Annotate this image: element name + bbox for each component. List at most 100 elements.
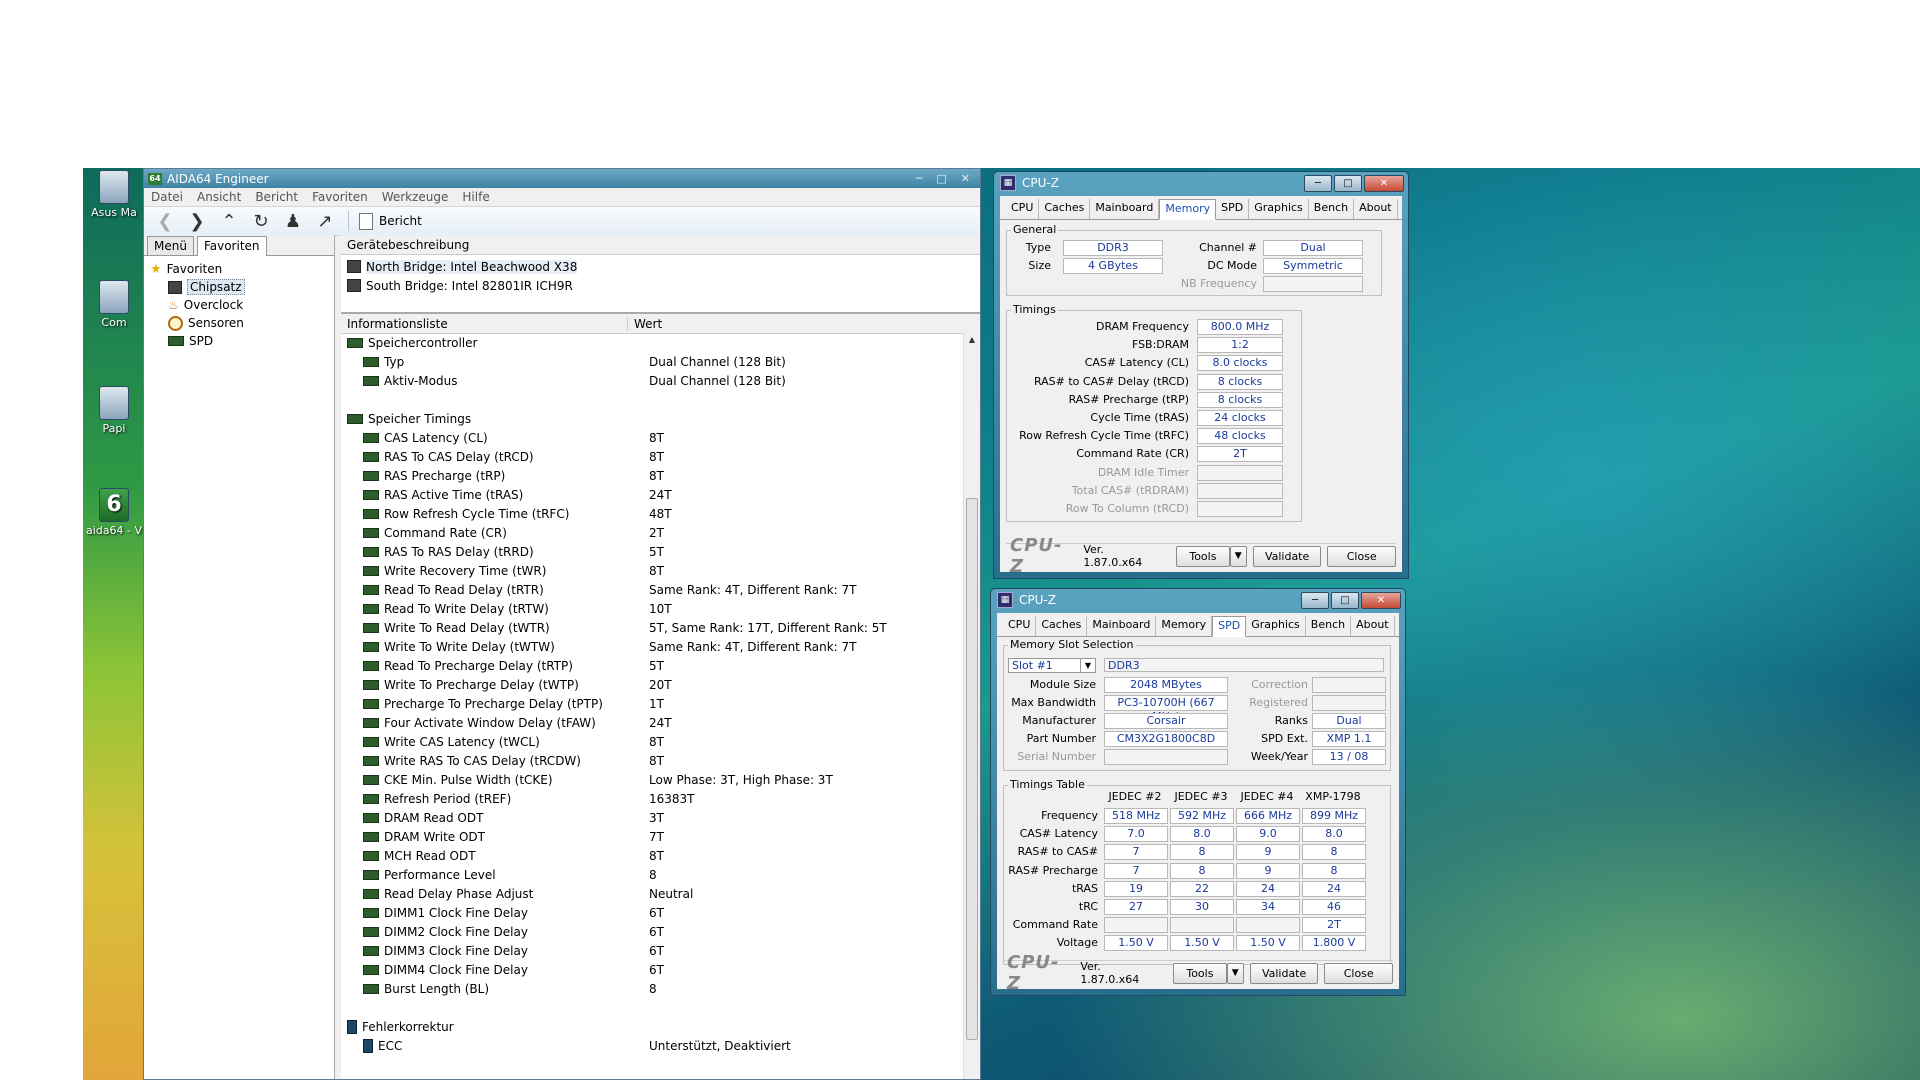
column-header-informationsliste[interactable]: Informationsliste xyxy=(341,316,628,331)
scroll-up-icon[interactable]: ▲ xyxy=(964,335,980,344)
minimize-button[interactable]: ─ xyxy=(916,172,923,185)
menu-hilfe[interactable]: Hilfe xyxy=(455,190,496,204)
tab-mainboard[interactable]: Mainboard xyxy=(1087,616,1157,636)
minimize-button[interactable]: ─ xyxy=(1301,591,1329,609)
tree-item-chipsatz[interactable]: Chipsatz xyxy=(150,278,334,296)
tab-cpu[interactable]: CPU xyxy=(1006,199,1040,219)
info-row[interactable]: RAS Precharge (tRP) 8T xyxy=(341,466,964,485)
info-row[interactable]: Typ Dual Channel (128 Bit) xyxy=(341,352,964,371)
info-row[interactable]: DRAM Read ODT 3T xyxy=(341,808,964,827)
tools-button[interactable]: Tools xyxy=(1173,962,1227,984)
close-button[interactable]: Close xyxy=(1324,962,1393,984)
info-section-row[interactable]: Fehlerkorrektur xyxy=(341,1017,964,1036)
tree-item-overclock[interactable]: ♨ Overclock xyxy=(150,296,334,314)
menu-werkzeuge[interactable]: Werkzeuge xyxy=(375,190,456,204)
maximize-button[interactable]: □ xyxy=(1331,591,1359,609)
menu-bericht[interactable]: Bericht xyxy=(248,190,305,204)
maximize-button[interactable]: □ xyxy=(936,172,946,185)
info-section-row[interactable]: Speicher Timings xyxy=(341,409,964,428)
tools-dropdown-icon[interactable]: ▼ xyxy=(1226,962,1244,984)
tab-bench[interactable]: Bench xyxy=(1306,616,1352,636)
tab-graphics[interactable]: Graphics xyxy=(1249,199,1309,219)
tab-caches[interactable]: Caches xyxy=(1039,199,1091,219)
tab-cpu[interactable]: CPU xyxy=(1003,616,1037,636)
close-button[interactable]: ✕ xyxy=(1361,591,1401,609)
info-row[interactable]: DIMM1 Clock Fine Delay 6T xyxy=(341,903,964,922)
info-row[interactable]: Refresh Period (tREF) 16383T xyxy=(341,789,964,808)
info-row[interactable]: RAS To RAS Delay (tRRD) 5T xyxy=(341,542,964,561)
maximize-button[interactable]: □ xyxy=(1334,174,1362,192)
slot-select[interactable]: Slot #1 ▼ xyxy=(1008,658,1096,673)
tools-dropdown-icon[interactable]: ▼ xyxy=(1229,545,1247,567)
tab-caches[interactable]: Caches xyxy=(1036,616,1088,636)
info-section-row[interactable]: Speichercontroller xyxy=(341,333,964,352)
chart-icon[interactable]: ↗ xyxy=(312,209,338,233)
validate-button[interactable]: Validate xyxy=(1252,545,1322,567)
up-icon[interactable]: ⌃ xyxy=(216,209,242,233)
tree-item-sensoren[interactable]: Sensoren xyxy=(150,314,334,332)
tab-memory[interactable]: Memory xyxy=(1159,199,1217,220)
tab-bench[interactable]: Bench xyxy=(1309,199,1355,219)
info-row[interactable]: Command Rate (CR) 2T xyxy=(341,523,964,542)
tree-item-spd[interactable]: SPD xyxy=(150,332,334,350)
device-list-header[interactable]: Gerätebeschreibung xyxy=(341,235,980,255)
info-row[interactable]: Read Delay Phase Adjust Neutral xyxy=(341,884,964,903)
forward-icon[interactable]: ❯ xyxy=(184,209,210,233)
tab-mainboard[interactable]: Mainboard xyxy=(1090,199,1160,219)
info-row[interactable]: Read To Write Delay (tRTW) 10T xyxy=(341,599,964,618)
tab-graphics[interactable]: Graphics xyxy=(1246,616,1306,636)
info-row[interactable]: RAS To CAS Delay (tRCD) 8T xyxy=(341,447,964,466)
tree-root-favoriten[interactable]: ★ Favoriten xyxy=(150,260,334,278)
tab-memory[interactable]: Memory xyxy=(1156,616,1213,636)
scrollbar-thumb[interactable] xyxy=(966,498,978,1040)
close-button[interactable]: ✕ xyxy=(961,172,970,185)
info-row[interactable]: DRAM Write ODT 7T xyxy=(341,827,964,846)
info-row[interactable]: ECC Unterstützt, Deaktiviert xyxy=(341,1036,964,1055)
info-row[interactable]: Write To Write Delay (tWTW) Same Rank: 4T… xyxy=(341,637,964,656)
device-row[interactable]: North Bridge: Intel Beachwood X38 xyxy=(341,257,980,276)
info-row[interactable]: Write CAS Latency (tWCL) 8T xyxy=(341,732,964,751)
info-row[interactable]: Precharge To Precharge Delay (tPTP) 1T xyxy=(341,694,964,713)
info-row[interactable]: MCH Read ODT 8T xyxy=(341,846,964,865)
report-button[interactable]: Bericht xyxy=(359,212,422,230)
tab-spd[interactable]: SPD xyxy=(1212,616,1247,637)
tools-button[interactable]: Tools xyxy=(1176,545,1230,567)
info-row[interactable]: CAS Latency (CL) 8T xyxy=(341,428,964,447)
info-row[interactable]: RAS Active Time (tRAS) 24T xyxy=(341,485,964,504)
cpuz-titlebar[interactable]: ▦ CPU-Z ─ □ ✕ xyxy=(994,172,1408,194)
close-button[interactable]: ✕ xyxy=(1364,174,1404,192)
refresh-icon[interactable]: ↻ xyxy=(248,209,274,233)
desktop-icon-recycle-bin[interactable]: Papi xyxy=(83,386,145,435)
tab-spd[interactable]: SPD xyxy=(1216,199,1250,219)
info-row[interactable]: Four Activate Window Delay (tFAW) 24T xyxy=(341,713,964,732)
info-row[interactable]: CKE Min. Pulse Width (tCKE) Low Phase: 3T… xyxy=(341,770,964,789)
aida64-titlebar[interactable]: 64 AIDA64 Engineer ─ □ ✕ xyxy=(144,169,980,188)
menu-ansicht[interactable]: Ansicht xyxy=(190,190,248,204)
menu-datei[interactable]: Datei xyxy=(144,190,190,204)
desktop-icon-aida64[interactable]: 6 aida64 - V xyxy=(83,488,145,537)
device-row[interactable]: South Bridge: Intel 82801IR ICH9R xyxy=(341,276,980,295)
back-icon[interactable]: ❮ xyxy=(152,209,178,233)
info-row[interactable]: Burst Length (BL) 8 xyxy=(341,979,964,998)
tab-about[interactable]: About xyxy=(1354,199,1398,219)
info-row[interactable]: DIMM2 Clock Fine Delay 6T xyxy=(341,922,964,941)
info-row[interactable]: Performance Level 8 xyxy=(341,865,964,884)
cpuz-titlebar[interactable]: ▦ CPU-Z ─ □ ✕ xyxy=(991,589,1405,611)
info-row[interactable]: Write To Read Delay (tWTR) 5T, Same Rank:… xyxy=(341,618,964,637)
info-row[interactable]: Row Refresh Cycle Time (tRFC) 48T xyxy=(341,504,964,523)
minimize-button[interactable]: ─ xyxy=(1304,174,1332,192)
menu-favoriten[interactable]: Favoriten xyxy=(305,190,375,204)
desktop-icon-computer[interactable]: Com xyxy=(83,280,145,329)
tab-favoriten[interactable]: Favoriten xyxy=(196,236,267,256)
tab-menu[interactable]: Menü xyxy=(147,236,194,255)
info-row[interactable]: Read To Precharge Delay (tRTP) 5T xyxy=(341,656,964,675)
info-row[interactable]: Write RAS To CAS Delay (tRCDW) 8T xyxy=(341,751,964,770)
info-row[interactable]: Write Recovery Time (tWR) 8T xyxy=(341,561,964,580)
info-row[interactable]: DIMM3 Clock Fine Delay 6T xyxy=(341,941,964,960)
column-header-wert[interactable]: Wert xyxy=(628,317,662,331)
vertical-scrollbar[interactable]: ▲ xyxy=(963,333,980,1079)
info-row[interactable]: Write To Precharge Delay (tWTP) 20T xyxy=(341,675,964,694)
user-icon[interactable]: ♟ xyxy=(280,209,306,233)
info-row[interactable]: Read To Read Delay (tRTR) Same Rank: 4T, … xyxy=(341,580,964,599)
validate-button[interactable]: Validate xyxy=(1249,962,1319,984)
